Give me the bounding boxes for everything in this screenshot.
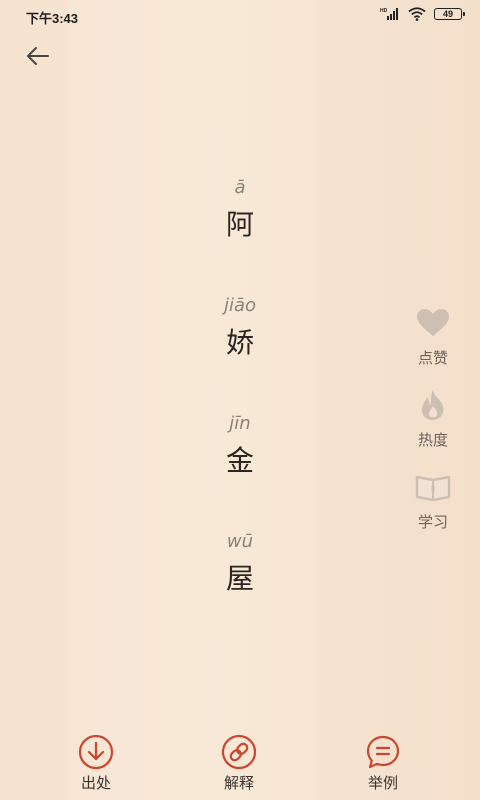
wifi-icon [408,7,426,21]
heat-button[interactable]: 热度 [404,387,462,469]
side-actions: 点赞 热度 学习 [404,305,462,551]
character-item: jiāo 娇 [180,294,300,412]
source-label: 出处 [80,774,111,792]
character-item: ā 阿 [180,176,300,294]
signal-icon: HD [380,8,398,20]
heat-label: 热度 [417,431,448,449]
battery-icon: 49 [434,8,465,20]
pinyin: wū [226,531,254,552]
learn-label: 学习 [417,513,448,531]
hanzi: 阿 [225,208,254,241]
learn-button[interactable]: 学习 [404,469,462,551]
status-time: 下午3:43 [26,11,79,26]
status-bar: 下午3:43 HD 49 [0,0,480,32]
battery-level: 49 [442,8,453,19]
character-item: wū 屋 [180,530,300,648]
book-icon [415,469,451,505]
svg-text:HD: HD [380,8,388,14]
download-circle-icon [78,734,114,770]
example-label: 举例 [367,774,398,792]
explain-button[interactable]: 解释 [199,734,279,796]
hanzi: 屋 [225,562,254,595]
arrow-left-icon [27,47,49,65]
hanzi: 娇 [225,326,254,359]
chat-bubble-icon [365,734,401,770]
back-button[interactable] [22,42,54,70]
source-button[interactable]: 出处 [56,734,136,796]
link-circle-icon [221,734,257,770]
bottom-nav: 出处 解释 举例 [0,730,480,800]
pinyin: jiāo [223,295,257,316]
flame-icon [415,387,451,423]
like-label: 点赞 [417,349,448,367]
pinyin: jīn [229,413,251,434]
example-button[interactable]: 举例 [343,734,423,796]
character-item: jīn 金 [180,412,300,530]
like-button[interactable]: 点赞 [404,305,462,387]
idiom-characters: ā 阿 jiāo 娇 jīn 金 wū 屋 [180,176,300,648]
pinyin: ā [234,177,246,198]
explain-label: 解释 [223,774,254,792]
status-icons: HD 49 [380,7,465,21]
heart-icon [415,305,451,341]
hanzi: 金 [225,444,254,477]
